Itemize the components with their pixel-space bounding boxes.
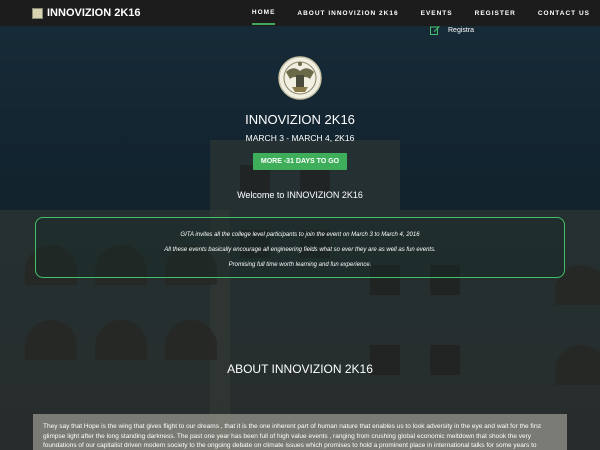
logo-icon <box>32 7 43 19</box>
info-line-invite: GITA invites all the college level parti… <box>180 232 420 238</box>
more-days-button[interactable]: MORE -31 DAYS TO GO <box>252 153 348 170</box>
nav-item-home[interactable]: HOME <box>251 1 276 25</box>
brand-link[interactable]: INNOVIZION 2K16 <box>32 7 141 19</box>
info-line-events: All these events basically encourage all… <box>164 247 436 253</box>
info-box: GITA invites all the college level parti… <box>35 217 565 278</box>
about-heading: ABOUT INNOVIZION 2K16 <box>227 362 373 376</box>
info-line-promise: Promising full time worth learning and f… <box>228 262 372 268</box>
edit-icon <box>430 26 440 35</box>
top-navbar: INNOVIZION 2K16 HOME ABOUT INNOVIZION 2K… <box>0 0 600 26</box>
welcome-heading: Welcome to INNOVIZION 2K16 <box>237 190 363 200</box>
hero-title: INNOVIZION 2K16 <box>245 112 355 127</box>
nav-item-register[interactable]: REGISTER <box>475 2 516 24</box>
nav-menu: HOME ABOUT INNOVIZION 2K16 EVENTS REGIST… <box>230 1 590 25</box>
emblem-icon <box>278 56 322 100</box>
registration-label: Registra <box>448 26 475 34</box>
hero-section: INNOVIZION 2K16 MARCH 3 - MARCH 4, 2K16 … <box>0 55 600 170</box>
nav-item-events[interactable]: EVENTS <box>421 2 453 24</box>
brand-title: INNOVIZION 2K16 <box>47 7 141 19</box>
about-text: They say that Hope is the wing that give… <box>43 423 541 449</box>
hero-dates: MARCH 3 - MARCH 4, 2K16 <box>245 133 355 143</box>
about-panel: They say that Hope is the wing that give… <box>33 414 567 450</box>
nav-item-contact[interactable]: CONTACT US <box>538 2 590 24</box>
registration-link[interactable]: Registra <box>430 25 474 35</box>
nav-item-about[interactable]: ABOUT INNOVIZION 2K16 <box>297 2 398 24</box>
